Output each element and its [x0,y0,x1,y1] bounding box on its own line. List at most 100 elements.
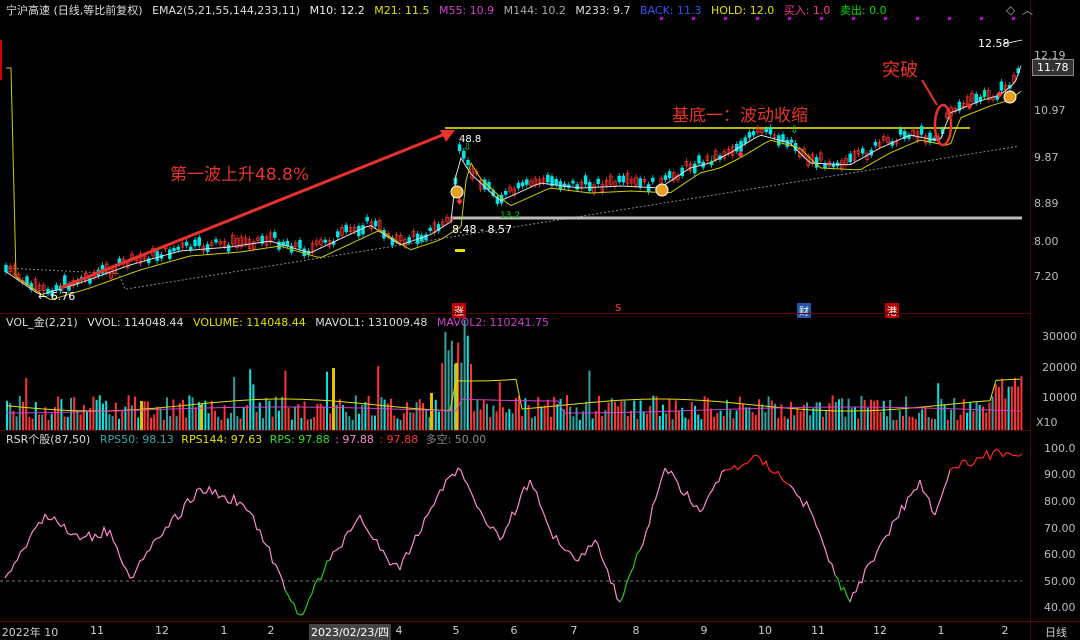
volume-bar [383,399,386,430]
candle-body [63,275,67,286]
volume-bar [345,412,348,430]
volume-bar [50,413,53,430]
volume-bar [79,414,82,430]
volume-bar [831,395,834,430]
volume-bar [191,397,194,430]
volume-bar [751,412,754,430]
volume-bar [543,405,546,430]
volume-bar [246,405,248,430]
volume-bar [306,419,309,430]
volume-bar [745,407,748,430]
volume-bar-highlight [332,368,335,430]
candle-body [520,182,525,187]
volume-bar [924,408,927,430]
volume-bar [380,397,383,430]
candle-body [751,131,756,136]
volume-bar [818,402,821,430]
volume-bar [700,419,703,430]
x-tick: 2022年 10 [1,626,59,639]
volume-bar [594,410,597,430]
rsr-tick: 100.0 [1044,442,1076,455]
volume-bar [300,417,303,430]
volume-bar [1020,376,1023,430]
volume-bar [441,363,444,430]
rsr-line-segment [284,589,301,616]
volume-bar [639,400,642,430]
volume-bar [342,405,344,430]
volume-bar [402,413,405,430]
volume-bar [770,400,773,430]
volume-bar [732,418,735,430]
candle-body [621,175,626,183]
x-tick: 2 [267,624,275,637]
volume-bar [447,350,450,430]
volume-bar [623,400,626,430]
candle-body [928,132,932,143]
volume-bar [550,417,552,430]
volume-bar [569,406,572,430]
volume-bar [607,402,610,430]
base-range-label: 8.48 - 8.57 [452,223,512,236]
rsr-chart[interactable] [0,430,1030,620]
volume-unit: X10 [1036,416,1058,429]
up-arrow-icon: ♦ [965,102,974,113]
volume-bar [735,410,738,430]
high-price-label: 12.58 [978,37,1010,50]
candle-body [789,139,794,143]
rsr-tick: 60.00 [1044,548,1076,561]
volume-bar [812,408,815,430]
rsr-line-segment [834,574,851,603]
volume-bar [866,408,869,430]
candle-body [646,184,651,193]
volume-bar [463,320,466,430]
price-chart[interactable]: ⇩⇩⇩⇩♦♦♦♦ [0,0,1030,300]
rsr-line-segment [109,529,131,579]
volume-bar [844,416,847,430]
candle-body [588,182,592,191]
volume-bar [166,397,168,430]
volume-bar [633,400,636,430]
volume-bar [399,419,402,430]
volume-bar [559,398,562,430]
volume-bar [809,415,812,430]
candle-body [898,128,903,135]
volume-bar [47,419,50,430]
volume-bar [694,405,696,430]
volume-bar [150,417,152,430]
x-tick: 11 [811,624,825,637]
volume-bar [470,364,472,430]
volume-bar [777,417,780,430]
period-label[interactable]: 日线 [1045,624,1067,640]
volume-bar [169,416,172,430]
volume-bar [716,412,719,430]
volume-bar [38,414,40,430]
volume-bar [460,362,463,430]
volume-bar [988,402,991,430]
volume-bar [114,402,117,430]
volume-bar [22,401,24,430]
rsr-line-segment [129,549,151,579]
volume-bar [886,416,888,430]
volume-bar [630,410,632,430]
volume-bar [476,399,479,430]
volume-bar [111,416,114,430]
base-annotation: 基底一：波动收缩 [672,106,808,126]
x-tick: 12 [155,624,169,637]
rsr-line-segment [44,513,81,541]
volume-bar [610,398,613,430]
rsr-line-segment [4,513,46,579]
x-tick: 2 [1001,624,1009,637]
volume-bar [198,402,200,430]
volume-bar [879,411,882,430]
volume-bar [374,415,376,430]
volume-bar [335,404,338,430]
x-tick: 7 [570,624,578,637]
volume-bar [1014,378,1016,430]
candle-body [697,155,701,164]
rsr-line-segment [439,467,459,491]
rsr-line-segment [919,479,936,516]
candle-body [873,142,878,146]
volume-chart[interactable] [0,313,1030,430]
volume-bar [396,418,399,430]
candle-body [999,81,1004,91]
